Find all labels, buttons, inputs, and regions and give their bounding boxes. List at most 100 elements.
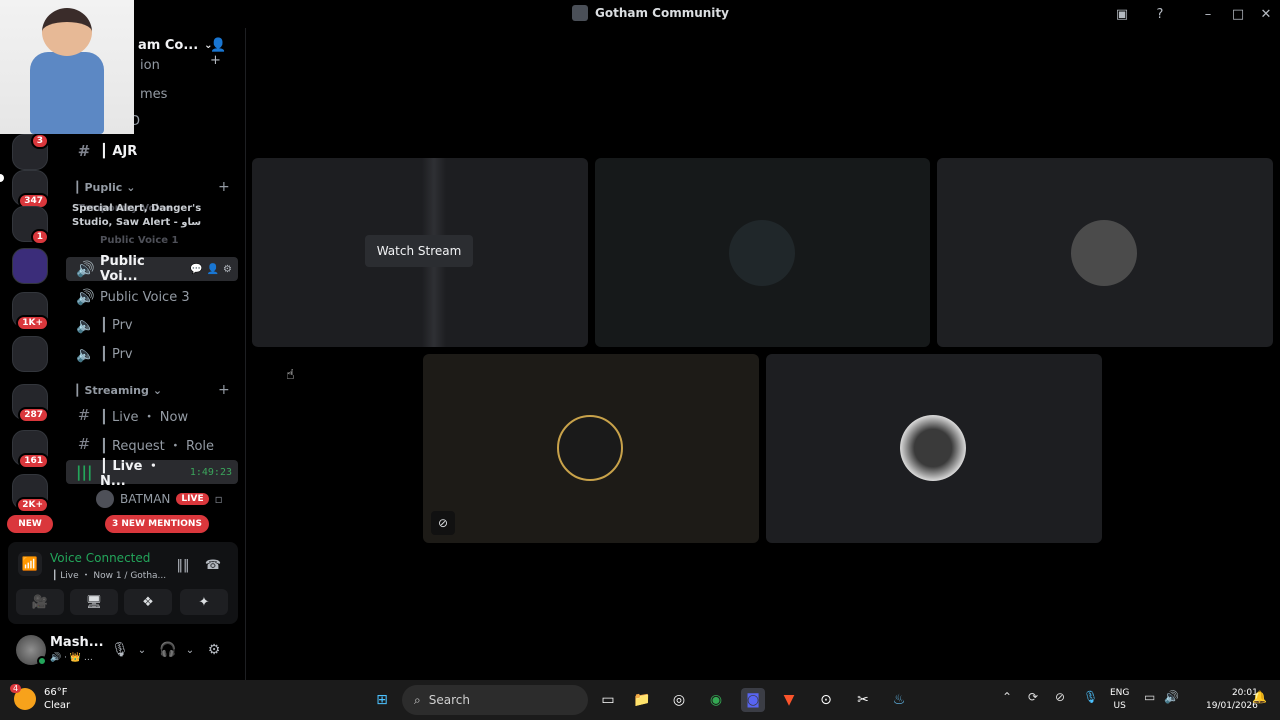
server-icon-2[interactable]: 347 <box>12 170 49 209</box>
temperature: 66°F <box>44 687 68 698</box>
display-icon[interactable]: ▭ <box>1144 690 1155 704</box>
channel-prv-1[interactable]: 🔈 ┃ Prv <box>66 313 238 337</box>
tooltip-behind-2: Public Voice 1 <box>100 235 179 246</box>
brave-icon[interactable]: ▼ <box>777 688 801 712</box>
server-icon-3[interactable]: 1 <box>12 206 49 245</box>
hashtag-icon: # <box>77 406 91 424</box>
capcut-icon[interactable]: ✂ <box>851 688 875 712</box>
invite-people-icon[interactable]: 👤+ <box>210 38 228 68</box>
category-puplic[interactable]: ┃ Puplic ⌄ <box>74 181 136 194</box>
camera-off-button[interactable]: 🎥 <box>16 589 64 615</box>
headphones-icon[interactable]: 🎧 <box>158 640 178 660</box>
screen-share-icon: ▫ <box>214 492 223 506</box>
invite-icon[interactable]: 👤 <box>207 264 219 275</box>
inbox-icon[interactable]: ▣ <box>1112 4 1132 24</box>
locked-speaker-icon: 🔈 <box>76 345 95 363</box>
channel-prv-2[interactable]: 🔈 ┃ Prv <box>66 342 238 366</box>
server-icon-9[interactable]: 2K+ <box>12 474 49 513</box>
custom-status-icons: 🔊 · 👑 … <box>50 653 93 663</box>
network-off-icon[interactable]: ⊘ <box>1055 690 1065 704</box>
speaker-icon: 🔊 <box>76 288 95 306</box>
voice-user-batman[interactable]: BATMAN LIVE ▫ <box>96 488 223 510</box>
obs-icon[interactable]: ⊙ <box>814 688 838 712</box>
camera-off-icon: ⊘ <box>431 511 455 535</box>
channel-ajr[interactable]: # ┃ AJR <box>66 139 238 163</box>
settings-icon[interactable]: ⚙ <box>223 264 232 275</box>
server-icon-7[interactable]: 287 <box>12 384 49 423</box>
server-icon-5[interactable]: 1K+ <box>12 292 49 331</box>
search-placeholder: Search <box>428 693 470 707</box>
time: 20:01 <box>1231 688 1258 698</box>
chevron-up-icon[interactable]: ⌃ <box>1002 690 1012 704</box>
signal-icon[interactable]: 📶 <box>18 552 42 576</box>
hashtag-icon: # <box>77 142 91 160</box>
chevron-down-icon: ⌄ <box>126 181 136 194</box>
channel-request-role[interactable]: # ┃ Request ・ Role <box>66 432 238 456</box>
task-view-icon[interactable]: ▭ <box>596 688 620 712</box>
speaker-icon: 🔊 <box>76 260 95 278</box>
channel-label: ┃ Prv <box>100 317 133 333</box>
clock[interactable]: 20:01 19/01/2026 <box>1206 687 1258 713</box>
channel-live-now-voice[interactable]: ||| ┃ Live ・ N... 1:49:23 <box>66 459 238 489</box>
new-mentions-pill[interactable]: 3 NEW MENTIONS <box>105 515 209 533</box>
close-button[interactable]: ✕ <box>1256 4 1276 24</box>
category-streaming[interactable]: ┃ Streaming ⌄ <box>74 384 162 397</box>
hashtag-icon: # <box>77 435 91 453</box>
start-button[interactable]: ⊞ <box>370 688 394 712</box>
participant-tile-2[interactable] <box>595 158 930 347</box>
file-explorer-icon[interactable]: 📁 <box>630 688 654 712</box>
chatgpt-icon[interactable]: ◎ <box>667 688 691 712</box>
chevron-down-icon[interactable]: ⌄ <box>180 640 200 660</box>
channel-partial-2[interactable]: mes <box>140 87 167 102</box>
microphone-tray-icon[interactable]: 🎙 <box>1083 690 1098 704</box>
new-unreads-pill[interactable]: NEW <box>7 515 53 533</box>
watch-stream-button[interactable]: Watch Stream <box>365 235 473 267</box>
server-icon-8[interactable]: 161 <box>12 430 49 469</box>
mouse-cursor-icon: ☝ <box>286 367 295 383</box>
voice-channel-path[interactable]: ┃ Live ・ Now 1 / Gotha... <box>52 568 166 581</box>
profile-picture-overlay <box>0 0 134 134</box>
region-code: US <box>1113 701 1126 711</box>
taskbar-search[interactable]: ⌕ Search <box>402 685 588 715</box>
language-indicator[interactable]: ENG US <box>1110 687 1129 713</box>
server-name-header[interactable]: am Co... ⌄ <box>138 38 213 53</box>
maximize-button[interactable]: □ <box>1228 4 1248 24</box>
character-head <box>42 8 92 56</box>
activities-button[interactable]: ❖ <box>124 589 172 615</box>
participant-tile-5[interactable] <box>766 354 1102 543</box>
disconnect-icon[interactable]: ☎ <box>204 556 222 574</box>
mention-badge: 2K+ <box>16 497 49 513</box>
category-label: ┃ Streaming <box>74 384 149 397</box>
channel-partial-1[interactable]: ion <box>140 58 160 73</box>
server-icon-1[interactable]: 3 <box>12 133 49 170</box>
volume-icon[interactable]: 🔊 <box>1164 690 1179 704</box>
minimize-button[interactable]: – <box>1198 4 1218 24</box>
help-icon[interactable]: ? <box>1150 4 1170 24</box>
chevron-down-icon[interactable]: ⌄ <box>132 640 152 660</box>
chrome-icon[interactable]: ◉ <box>704 688 728 712</box>
channel-live-now[interactable]: # ┃ Live ・ Now <box>66 403 238 427</box>
server-icon-6[interactable] <box>12 336 48 372</box>
sync-icon[interactable]: ⟳ <box>1028 690 1038 704</box>
weather-widget[interactable]: 4 66°F Clear <box>10 684 70 712</box>
steam-icon[interactable]: ♨ <box>887 688 911 712</box>
soundboard-button[interactable]: ✦ <box>180 589 228 615</box>
participant-tile-4[interactable]: ⊘ <box>423 354 759 543</box>
discord-icon[interactable]: ◙ <box>741 688 765 712</box>
screen-share-button[interactable]: 🖥 <box>70 589 118 615</box>
username[interactable]: Mash... <box>50 635 104 650</box>
unread-indicator <box>0 174 4 182</box>
voice-activity-icon: ||| <box>76 463 93 481</box>
microphone-icon[interactable]: 🎙 <box>110 640 130 660</box>
voice-status[interactable]: Voice Connected <box>50 551 150 565</box>
noise-suppression-icon[interactable]: ‖‖ <box>174 556 192 574</box>
chat-icon[interactable]: 💬 <box>190 264 202 275</box>
server-icon-4[interactable] <box>12 248 48 284</box>
stream-timer: 1:49:23 <box>189 466 232 478</box>
settings-icon[interactable]: ⚙ <box>204 640 224 660</box>
channel-public-voice-2[interactable]: 🔊 Public Voi... 💬 👤 ⚙ <box>66 254 238 284</box>
notification-bell-icon[interactable]: 🔔 <box>1252 690 1267 704</box>
channel-public-voice-3[interactable]: 🔊 Public Voice 3 <box>66 285 238 309</box>
participant-tile-3[interactable] <box>937 158 1273 347</box>
stream-tile[interactable]: Watch Stream <box>252 158 588 347</box>
